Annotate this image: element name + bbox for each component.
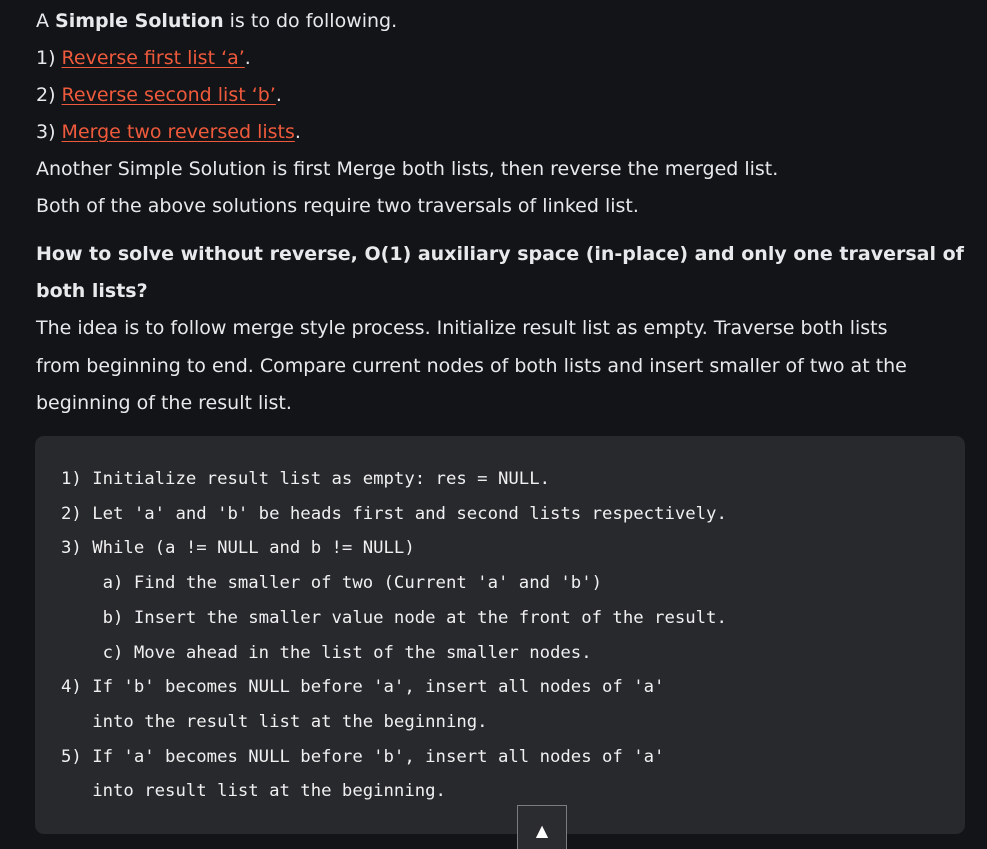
step-end: . xyxy=(244,47,251,69)
code-line: into result list at the beginning. xyxy=(61,781,446,802)
step-1: 1) Reverse first list ‘a’. xyxy=(36,40,966,77)
step-end: . xyxy=(275,84,282,106)
code-line: 3) While (a != NULL and b != NULL) xyxy=(61,538,415,559)
code-line: c) Move ahead in the list of the smaller… xyxy=(61,642,592,663)
article-content: A Simple Solution is to do following. 1)… xyxy=(36,0,966,423)
intro-prefix: A xyxy=(36,10,56,32)
reverse-first-list-link[interactable]: Reverse first list ‘a’ xyxy=(62,47,245,69)
step-3: 3) Merge two reversed lists. xyxy=(36,114,966,151)
intro-suffix: is to do following. xyxy=(223,10,398,32)
step-number: 1) xyxy=(36,47,62,69)
step-end: . xyxy=(294,121,301,143)
idea-paragraph: The idea is to follow merge style proces… xyxy=(36,310,966,423)
step-2: 2) Reverse second list ‘b’. xyxy=(36,77,966,114)
reverse-second-list-link[interactable]: Reverse second list ‘b’ xyxy=(62,84,276,106)
intro-line: A Simple Solution is to do following. xyxy=(36,3,966,40)
code-line: b) Insert the smaller value node at the … xyxy=(61,607,727,628)
section-heading: How to solve without reverse, O(1) auxil… xyxy=(36,236,966,310)
intro-bold: Simple Solution xyxy=(55,10,224,32)
merge-reversed-lists-link[interactable]: Merge two reversed lists xyxy=(62,121,295,143)
code-line: 4) If 'b' becomes NULL before 'a', inser… xyxy=(61,677,675,698)
idea-line-2: from beginning to end. Compare current n… xyxy=(36,354,907,377)
heading-line-2: both lists? xyxy=(36,280,148,302)
idea-line-1: The idea is to follow merge style proces… xyxy=(36,317,888,339)
code-line: a) Find the smaller of two (Current 'a' … xyxy=(61,573,603,594)
arrow-up-icon: ▲ xyxy=(535,821,549,840)
another-solution-text: Another Simple Solution is first Merge b… xyxy=(36,158,779,180)
algorithm-code-block: 1) Initialize result list as empty: res … xyxy=(35,436,965,834)
code-line: 1) Initialize result list as empty: res … xyxy=(61,469,550,489)
step-number: 2) xyxy=(36,84,62,106)
code-line: 2) Let 'a' and 'b' be heads first and se… xyxy=(61,503,727,524)
scroll-to-top-button[interactable]: ▲ xyxy=(517,805,567,849)
step-number: 3) xyxy=(36,121,62,143)
code-line: into the result list at the beginning. xyxy=(61,711,488,732)
idea-line-3: beginning of the result list. xyxy=(36,392,292,414)
both-solutions-text: Both of the above solutions require two … xyxy=(36,195,639,217)
code-line: 5) If 'a' becomes NULL before 'b', inser… xyxy=(61,746,675,767)
heading-line-1: How to solve without reverse, O(1) auxil… xyxy=(36,243,964,265)
